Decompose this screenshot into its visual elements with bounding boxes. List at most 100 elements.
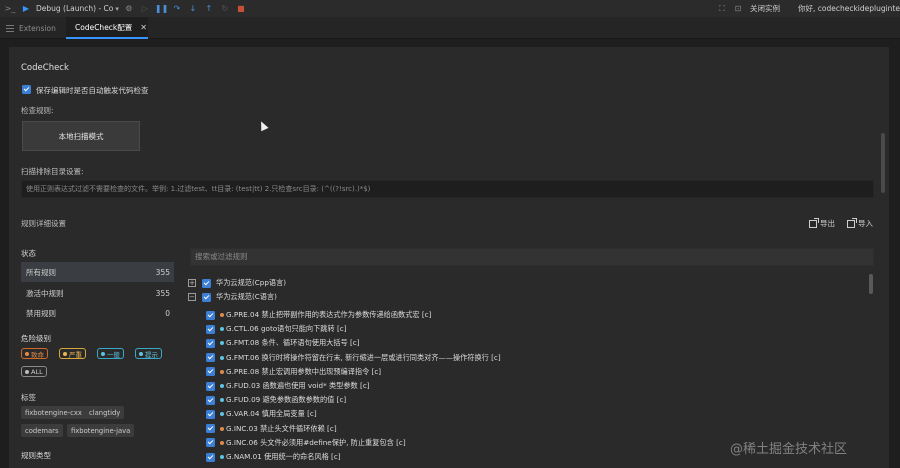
danger-fatal-pill[interactable]: 致命 bbox=[21, 348, 48, 359]
severity-dot-icon bbox=[220, 384, 224, 388]
import-icon bbox=[847, 217, 857, 228]
exclude-dirs-input[interactable]: 使用正则表达式过滤不需要检查的文件。举例: 1.过滤test、tt目录: (te… bbox=[21, 180, 874, 198]
codecheck-config-panel: CodeCheck 保存编辑时是否自动触发代码检查 检查规则: 本地扫描模式 扫… bbox=[9, 47, 889, 468]
dot-icon bbox=[101, 351, 105, 356]
status-all-rules[interactable]: 所有规则 355 bbox=[21, 262, 174, 282]
local-scan-mode-button[interactable]: 本地扫描模式 bbox=[22, 121, 140, 151]
mouse-cursor-icon bbox=[257, 119, 269, 132]
group-checkbox[interactable] bbox=[202, 278, 211, 288]
rule-item[interactable]: G.FUD.09 避免参数函数参数的值 [c] bbox=[206, 393, 346, 407]
debug-config-select[interactable]: Debug (Launch) - Co bbox=[36, 4, 113, 13]
rule-label: G.PRE.04 禁止把带副作用的表达式作为参数传递给函数式宏 [c] bbox=[226, 310, 432, 319]
rule-label: G.CTL.06 goto语句只能向下跳转 [c] bbox=[226, 324, 347, 334]
welcome-text: 你好, codecheckidepluginte bbox=[797, 4, 900, 13]
severity-dot-icon bbox=[220, 440, 224, 445]
export-button[interactable]: 导出 bbox=[809, 217, 835, 229]
close-instance-button[interactable]: 关闭实例 bbox=[750, 3, 780, 14]
dot-icon bbox=[63, 351, 67, 356]
rule-checkbox[interactable] bbox=[206, 367, 215, 377]
import-label: 导入 bbox=[858, 219, 873, 228]
rule-label: G.VAR.04 慎用全局变量 [c] bbox=[226, 409, 317, 419]
pause-icon[interactable]: ❚❚ bbox=[155, 3, 168, 15]
rule-checkbox[interactable] bbox=[206, 324, 215, 334]
rule-label: G.INC.06 头文件必须用#define保护, 防止重复包含 [c] bbox=[226, 437, 406, 447]
rule-checkbox[interactable] bbox=[206, 310, 215, 320]
step-out-icon[interactable]: ↑ bbox=[203, 3, 215, 15]
fullscreen-icon[interactable]: ⛶ bbox=[716, 3, 728, 15]
rule-search-input[interactable]: 搜索或过滤规则 bbox=[190, 248, 874, 266]
status-disabled-rules[interactable]: 禁用规则 0 bbox=[21, 303, 174, 323]
export-icon bbox=[809, 217, 819, 228]
status-label: 激活中规则 bbox=[26, 288, 64, 298]
exclude-dirs-label: 扫描排除目录设置: bbox=[21, 167, 84, 176]
rule-label: G.PRE.08 禁止宏调用参数中出现预编译指令 [c] bbox=[226, 366, 382, 376]
rule-item[interactable]: G.INC.06 头文件必须用#define保护, 防止重复包含 [c] bbox=[206, 436, 406, 450]
rule-item[interactable]: G.CTL.06 goto语句只能向下跳转 [c] bbox=[206, 322, 347, 336]
pill-label: 致命 bbox=[31, 350, 44, 359]
rule-item[interactable]: G.FMT.08 条件、循环语句使用大括号 [c] bbox=[206, 336, 360, 350]
panel-scrollbar[interactable] bbox=[881, 133, 885, 193]
dot-icon bbox=[25, 369, 29, 374]
tag-chip[interactable]: fixbotengine-java bbox=[67, 424, 135, 437]
rule-checkbox[interactable] bbox=[206, 353, 215, 363]
rule-checkbox[interactable] bbox=[206, 438, 215, 448]
close-instance-icon[interactable]: ⊡ bbox=[732, 3, 744, 15]
status-count: 355 bbox=[155, 288, 170, 298]
rule-list-scrollbar[interactable] bbox=[869, 274, 873, 294]
step-over-icon[interactable]: ↷ bbox=[171, 3, 183, 15]
rule-item[interactable]: G.NAM.01 使用统一的命名风格 [c] bbox=[206, 450, 341, 464]
debug-toolbar: >_ ▶ Debug (Launch) - Co ▾ ⚙ ▷ ❚❚ ↷ ↓ ↑ … bbox=[0, 0, 900, 17]
rule-item[interactable]: G.FMT.06 换行时将操作符留在行末, 新行缩进一层或进行同类对齐——操作符… bbox=[206, 351, 501, 365]
rule-item[interactable]: G.VAR.04 慎用全局变量 [c] bbox=[206, 407, 317, 421]
danger-level-heading: 危险级别 bbox=[21, 334, 51, 343]
rule-item[interactable]: G.FUD.03 函数遍也使用 void* 类型参数 [c] bbox=[206, 379, 370, 393]
rule-checkbox[interactable] bbox=[206, 338, 215, 348]
step-into-icon[interactable]: ↓ bbox=[187, 3, 199, 15]
severity-dot-icon bbox=[220, 455, 224, 459]
status-count: 0 bbox=[165, 308, 170, 318]
severity-dot-icon bbox=[220, 341, 224, 346]
severity-dot-icon bbox=[220, 313, 224, 317]
group-label: 华为云规范(C语言) bbox=[216, 292, 277, 301]
rule-item[interactable]: G.INC.03 禁止头文件循环依赖 [c] bbox=[206, 422, 337, 436]
status-label: 禁用规则 bbox=[26, 308, 56, 318]
danger-all-pill[interactable]: ALL bbox=[21, 366, 47, 377]
tag-chip[interactable]: fixbotengine-cxx bbox=[21, 406, 86, 419]
danger-severe-pill[interactable]: 严重 bbox=[59, 348, 86, 359]
expand-icon[interactable]: + bbox=[188, 279, 196, 287]
rule-checkbox[interactable] bbox=[206, 395, 215, 405]
rule-label: G.FMT.06 换行时将操作符留在行末, 新行缩进一层或进行同类对齐——操作符… bbox=[226, 352, 501, 362]
rule-checkbox[interactable] bbox=[206, 424, 215, 434]
danger-hint-pill[interactable]: 提示 bbox=[135, 348, 162, 359]
chevron-down-icon[interactable]: ▾ bbox=[115, 5, 119, 13]
menu-lines-icon bbox=[6, 24, 14, 32]
rule-checkbox[interactable] bbox=[206, 452, 215, 462]
rule-label: G.NAM.01 使用统一的命名风格 [c] bbox=[226, 452, 341, 461]
group-checkbox[interactable] bbox=[202, 292, 211, 302]
tree-group-cpp[interactable]: + 华为云规范(Cpp语言) bbox=[188, 276, 286, 290]
continue-icon[interactable]: ▷ bbox=[139, 3, 151, 15]
rule-item[interactable]: G.PRE.08 禁止宏调用参数中出现预编译指令 [c] bbox=[206, 365, 381, 379]
start-debug-icon[interactable]: ▶ bbox=[20, 3, 32, 15]
import-button[interactable]: 导入 bbox=[847, 217, 873, 229]
rule-checkbox[interactable] bbox=[206, 409, 215, 419]
tab-extension[interactable]: Extension bbox=[6, 17, 56, 39]
rule-checkbox[interactable] bbox=[206, 381, 215, 391]
danger-normal-pill[interactable]: 一般 bbox=[97, 348, 124, 359]
tab-codecheck-config[interactable]: CodeCheck配置 ✕ bbox=[66, 17, 148, 39]
gear-icon[interactable]: ⚙ bbox=[123, 3, 135, 15]
status-active-rules[interactable]: 激活中规则 355 bbox=[21, 283, 174, 303]
status-count: 355 bbox=[155, 267, 170, 277]
terminal-icon[interactable]: >_ bbox=[4, 3, 16, 15]
rule-item[interactable]: G.PRE.04 禁止把带副作用的表达式作为参数传递给函数式宏 [c] bbox=[206, 308, 431, 322]
restart-icon[interactable]: ↻ bbox=[219, 3, 231, 15]
rule-label: G.INC.03 禁止头文件循环依赖 [c] bbox=[226, 423, 337, 433]
close-icon[interactable]: ✕ bbox=[140, 23, 147, 32]
stop-icon[interactable]: ■ bbox=[235, 3, 247, 15]
tags-heading: 标签 bbox=[21, 393, 36, 402]
tree-group-c[interactable]: − 华为云规范(C语言) bbox=[188, 290, 277, 304]
tag-chip[interactable]: codemars bbox=[21, 424, 63, 437]
autocheck-checkbox[interactable] bbox=[22, 85, 31, 94]
collapse-icon[interactable]: − bbox=[188, 293, 196, 301]
tag-chip[interactable]: clangtidy bbox=[85, 406, 125, 419]
